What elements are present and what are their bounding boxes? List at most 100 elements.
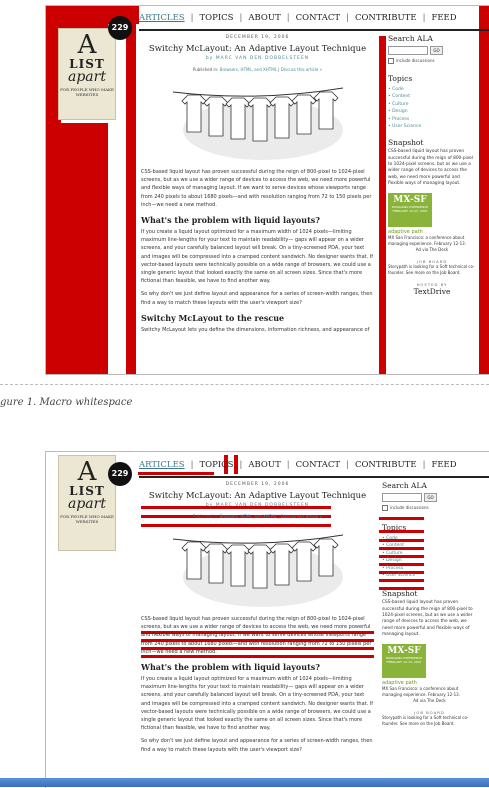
include-discussions[interactable]: include discussions [388, 58, 476, 64]
search-row: GO [388, 46, 476, 55]
topic-user-science-2[interactable]: User Science [382, 572, 477, 579]
article-paragraph-3-2: So why don't we just define layout and a… [141, 738, 373, 753]
topic-content[interactable]: Content [388, 93, 476, 100]
include-label: include discussions [396, 58, 435, 63]
nav-contribute-2[interactable]: CONTRIBUTE [355, 460, 417, 470]
topics-list: Code Content Culture Design Process User… [388, 86, 476, 130]
article-paragraph-1: CSS-based liquid layout has proven succe… [141, 169, 372, 208]
checkbox-2[interactable] [382, 505, 388, 511]
ad-text: MX San Francisco: a conference about man… [388, 235, 466, 247]
ad-banner-2[interactable]: MX-SF MANAGING EXPERIENCE FEBRUARY 12-13… [382, 644, 426, 679]
article-paragraph-4: Switchy McLayout lets you define the dim… [141, 326, 370, 333]
topics-title-2: Topics [382, 523, 407, 532]
nav-topics-2[interactable]: TOPICS [199, 460, 233, 470]
published-links-2[interactable]: Browsers, HTML, and XHTML [220, 514, 277, 519]
topic-design[interactable]: Design [388, 108, 476, 115]
nav-feed-2[interactable]: FEED [431, 460, 456, 470]
nav-about-2[interactable]: ABOUT [248, 460, 280, 470]
published-links[interactable]: Browsers, HTML, and XHTML [220, 67, 277, 72]
screenshot-macro-whitespace: A LIST apart FOR PEOPLE WHO MAKE WEBSITE… [45, 5, 489, 375]
site-logo[interactable]: A LIST apart FOR PEOPLE WHO MAKE WEBSITE… [58, 28, 116, 120]
nav-articles[interactable]: ARTICLES [139, 13, 185, 23]
article-title[interactable]: Switchy McLayout: An Adaptive Layout Tec… [141, 44, 374, 54]
ad-via[interactable]: Ad via The Deck [388, 247, 476, 253]
topic-process-2[interactable]: Process [382, 565, 477, 572]
snapshot-text: CSS-based liquid layout has proven succe… [388, 149, 474, 186]
nav-about[interactable]: ABOUT [248, 13, 280, 23]
clothesline-illustration [168, 80, 348, 162]
sidebar: Search ALA GO include discussions Topics… [388, 34, 476, 296]
screenshot-micro-whitespace: A LIST apart FOR PEOPLE WHO MAKE WEBSITE… [45, 451, 489, 788]
topic-user-science[interactable]: User Science [388, 123, 476, 130]
sidebar-2: Search ALA GO include discussions Topics… [382, 481, 477, 727]
nav-contact[interactable]: CONTACT [296, 13, 340, 23]
topics-list-2: Code Content Culture Design Process User… [382, 535, 477, 579]
ad-banner[interactable]: MX-SF MANAGING EXPERIENCE FEBRUARY 12-13… [388, 193, 432, 228]
published-label-2: Published in: [192, 514, 219, 519]
published-bar-2: Published in: Browsers, HTML, and XHTML … [192, 514, 323, 519]
site-logo-2[interactable]: A LIST apart FOR PEOPLE WHO MAKE WEBSITE… [58, 455, 116, 551]
ad-via-2[interactable]: Ad via The Deck [382, 698, 477, 704]
snapshot-text-2: CSS-based liquid layout has proven succe… [382, 600, 473, 637]
issue-badge: 229 [108, 16, 132, 40]
topic-design-2[interactable]: Design [382, 557, 477, 564]
article-heading-1: What's the problem with liquid layouts? [141, 215, 320, 226]
host-logo[interactable]: TextDrive [388, 287, 476, 296]
search-title: Search ALA [388, 34, 433, 43]
red-highlight-gutter [126, 6, 136, 374]
logo-apart: apart [68, 69, 106, 85]
clothesline-drawing [172, 87, 343, 160]
article-date-2: DECEMBER 19, 2006 [225, 482, 290, 487]
checkbox[interactable] [388, 58, 394, 64]
issue-badge-2: 229 [108, 462, 132, 486]
nav-feed[interactable]: FEED [431, 13, 456, 23]
search-input[interactable] [388, 46, 428, 55]
discuss-link[interactable]: Discuss this article » [281, 67, 322, 72]
topics-title: Topics [388, 74, 413, 83]
article-byline[interactable]: by MARC VAN DEN DOBBELSTEEN [141, 56, 374, 61]
main-nav-2: ARTICLES | TOPICS | ABOUT | CONTACT | CONTRIBUTE… [139, 460, 457, 470]
topic-content-2[interactable]: Content [382, 542, 477, 549]
divider [0, 384, 489, 385]
ad-subtitle-2: MANAGING EXPERIENCE FEBRUARY 12-13, 2007 [385, 656, 423, 665]
snapshot-title: Snapshot [388, 138, 424, 148]
nav-contact-2[interactable]: CONTACT [296, 460, 340, 470]
topic-culture[interactable]: Culture [388, 101, 476, 108]
topic-process[interactable]: Process [388, 116, 476, 123]
search-row-2: GO [382, 493, 477, 502]
nav-rule-2 [139, 476, 489, 478]
article-title-2[interactable]: Switchy McLayout: An Adaptive Layout Tec… [141, 491, 374, 501]
nav-articles-2[interactable]: ARTICLES [139, 460, 185, 470]
include-discussions-2[interactable]: include discussions [382, 505, 477, 511]
red-highlight-sidebar-gutter [379, 36, 386, 374]
topic-code-2[interactable]: Code [382, 535, 477, 542]
nav-contribute[interactable]: CONTRIBUTE [355, 13, 417, 23]
job-board-text-2[interactable]: Storypath is looking for a Soft technica… [382, 715, 477, 727]
logo-letter-2: A [77, 457, 97, 487]
published-label: Published in: [192, 67, 219, 72]
ad-title: MX-SF [393, 195, 427, 206]
logo-apart-2: apart [68, 496, 106, 512]
topic-culture-2[interactable]: Culture [382, 550, 477, 557]
include-label-2: include discussions [390, 505, 429, 510]
search-title-2: Search ALA [382, 481, 427, 490]
go-button-2[interactable]: GO [424, 493, 437, 502]
go-button[interactable]: GO [430, 46, 443, 55]
search-input-2[interactable] [382, 493, 422, 502]
ad-text-2: MX San Francisco: a conference about man… [382, 686, 460, 698]
article-byline-2[interactable]: by MARC VAN DEN DOBBELSTEEN [141, 503, 374, 508]
topic-code[interactable]: Code [388, 86, 476, 93]
clothesline-illustration-2 [168, 527, 348, 609]
article-heading-1-2: What's the problem with liquid layouts? [141, 662, 320, 673]
discuss-link-2[interactable]: Discuss this article » [281, 514, 322, 519]
ad-subtitle: MANAGING EXPERIENCE FEBRUARY 12-13, 2007 [391, 205, 429, 214]
clothesline-drawing-2 [172, 534, 343, 607]
red-highlight-right [479, 6, 489, 374]
job-board-text[interactable]: Storypath is looking for a Soft technica… [388, 264, 476, 276]
article-paragraph-3: So why don't we just define layout and a… [141, 291, 373, 306]
taskbar [0, 778, 489, 787]
nav-topics[interactable]: TOPICS [199, 13, 233, 23]
ad-title-2: MX-SF [387, 646, 421, 657]
logo-tagline-2: FOR PEOPLE WHO MAKE WEBSITES [60, 514, 114, 524]
nav-rule [139, 29, 489, 31]
